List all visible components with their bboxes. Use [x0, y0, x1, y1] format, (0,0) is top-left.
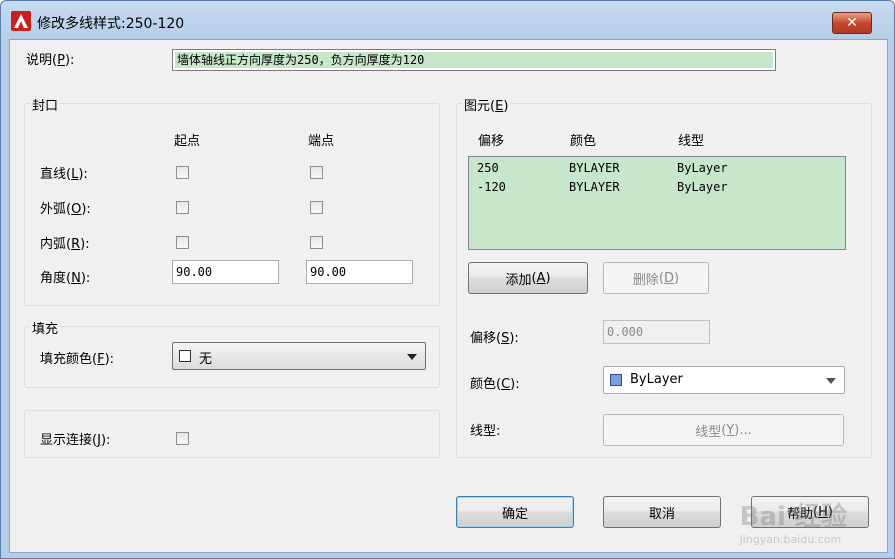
fill-group-title: 填充: [30, 318, 61, 337]
linetype-label: 线型:: [470, 424, 501, 439]
watermark-main: Bai 经验: [739, 502, 847, 532]
color-value: ByLayer: [630, 372, 683, 387]
close-icon: ✕: [846, 15, 858, 31]
show-joints-checkbox[interactable]: [176, 432, 189, 445]
cap-angle-start-input[interactable]: 90.00: [172, 260, 279, 284]
cap-inner-arc-end-checkbox[interactable]: [310, 236, 323, 249]
caps-group-title: 封口: [30, 95, 61, 114]
cap-angle-hotkey: N: [71, 271, 81, 286]
delete-element-label: 删除: [632, 272, 659, 288]
description-hotkey: P: [57, 53, 65, 68]
chevron-down-icon: [407, 354, 417, 360]
description-label-text: 说明: [26, 53, 53, 68]
elements-header-color: 颜色: [570, 134, 597, 149]
cap-outer-arc-label-text: 外弧: [40, 202, 67, 217]
caps-col-end: 端点: [308, 134, 335, 149]
fill-color-value: 无: [199, 352, 213, 367]
description-label: 说明(P):: [26, 53, 75, 68]
element-color: BYLAYER: [569, 161, 620, 175]
offset-hotkey: S: [501, 331, 510, 346]
elements-group-title-text: 图元: [464, 99, 491, 114]
elements-header-linetype: 线型: [678, 134, 705, 149]
show-joints-label: 显示连接(J):: [40, 433, 111, 448]
ok-button[interactable]: 确定: [456, 496, 574, 528]
cap-angle-label-text: 角度: [40, 271, 67, 286]
window-title: 修改多线样式:250-120: [37, 16, 185, 32]
element-offset: 250: [477, 161, 499, 175]
color-dropdown[interactable]: ByLayer: [603, 366, 845, 394]
cap-line-end-checkbox[interactable]: [310, 166, 323, 179]
description-input[interactable]: 墙体轴线正方向厚度为250，负方向厚度为120: [172, 49, 776, 71]
cap-angle-label: 角度(N):: [40, 271, 91, 286]
baidu-watermark: Bai 经验 jingyan.baidu.com: [740, 496, 847, 546]
color-hotkey: C: [501, 377, 511, 392]
elements-hotkey: E: [495, 99, 504, 114]
color-label-text: 颜色: [470, 377, 497, 392]
fill-color-dropdown[interactable]: 无: [172, 342, 426, 370]
cap-outer-arc-label: 外弧(O):: [40, 202, 91, 217]
show-joints-label-text: 显示连接: [40, 433, 93, 448]
delete-element-hotkey: D: [664, 270, 675, 286]
cap-outer-arc-start-checkbox[interactable]: [176, 201, 189, 214]
offset-label-text: 偏移: [470, 331, 497, 346]
add-element-button[interactable]: 添加(A): [468, 262, 588, 294]
cap-line-label-text: 直线: [40, 167, 67, 182]
element-linetype: ByLayer: [677, 180, 728, 194]
fill-color-hotkey: F: [97, 352, 105, 367]
delete-element-button[interactable]: 删除(D): [603, 262, 709, 294]
watermark-sub: jingyan.baidu.com: [739, 533, 842, 546]
cap-inner-arc-start-checkbox[interactable]: [176, 236, 189, 249]
autocad-app-icon: [11, 11, 31, 31]
cap-inner-arc-label-text: 内弧: [40, 237, 67, 252]
elements-header-offset: 偏移: [478, 134, 505, 149]
linetype-hotkey: Y: [726, 422, 735, 438]
element-color: BYLAYER: [569, 180, 620, 194]
dialog-window: 修改多线样式:250-120 ✕ 说明(P): 墙体轴线正方向厚度为250，负方…: [0, 0, 895, 559]
color-swatch: [610, 374, 622, 386]
fill-color-label: 填充颜色(F):: [40, 352, 115, 367]
cap-outer-arc-end-checkbox[interactable]: [310, 201, 323, 214]
cancel-button[interactable]: 取消: [603, 496, 721, 528]
caps-col-start: 起点: [174, 134, 201, 149]
dialog-client-area: 说明(P): 墙体轴线正方向厚度为250，负方向厚度为120 封口 起点 端点 …: [9, 39, 888, 553]
cap-inner-arc-label: 内弧(R):: [40, 237, 90, 252]
chevron-down-icon: [826, 378, 836, 384]
add-element-label: 添加: [505, 272, 532, 288]
element-linetype: ByLayer: [677, 161, 728, 175]
linetype-button-label: 线型: [695, 424, 722, 440]
color-label: 颜色(C):: [470, 377, 520, 392]
show-joints-hotkey: J: [97, 433, 101, 448]
cap-line-start-checkbox[interactable]: [176, 166, 189, 179]
description-value: 墙体轴线正方向厚度为250，负方向厚度为120: [175, 52, 773, 68]
elements-list[interactable]: 250 BYLAYER ByLayer -120 BYLAYER ByLayer: [468, 156, 846, 250]
linetype-button[interactable]: 线型(Y)...: [603, 414, 844, 446]
linetype-ellipsis: ...: [739, 422, 752, 438]
offset-input[interactable]: 0.000: [603, 320, 710, 344]
fill-color-label-text: 填充颜色: [40, 352, 93, 367]
cap-outer-arc-hotkey: O: [71, 202, 82, 217]
cap-line-hotkey: L: [71, 167, 79, 182]
elements-group-title: 图元(E): [462, 95, 511, 114]
element-offset: -120: [477, 180, 506, 194]
cap-angle-end-input[interactable]: 90.00: [306, 260, 413, 284]
cap-inner-arc-hotkey: R: [71, 237, 81, 252]
cap-line-label: 直线(L):: [40, 167, 88, 182]
close-button[interactable]: ✕: [832, 12, 872, 34]
fill-color-swatch: [179, 350, 191, 362]
add-element-hotkey: A: [536, 270, 546, 286]
offset-label: 偏移(S):: [470, 331, 519, 346]
